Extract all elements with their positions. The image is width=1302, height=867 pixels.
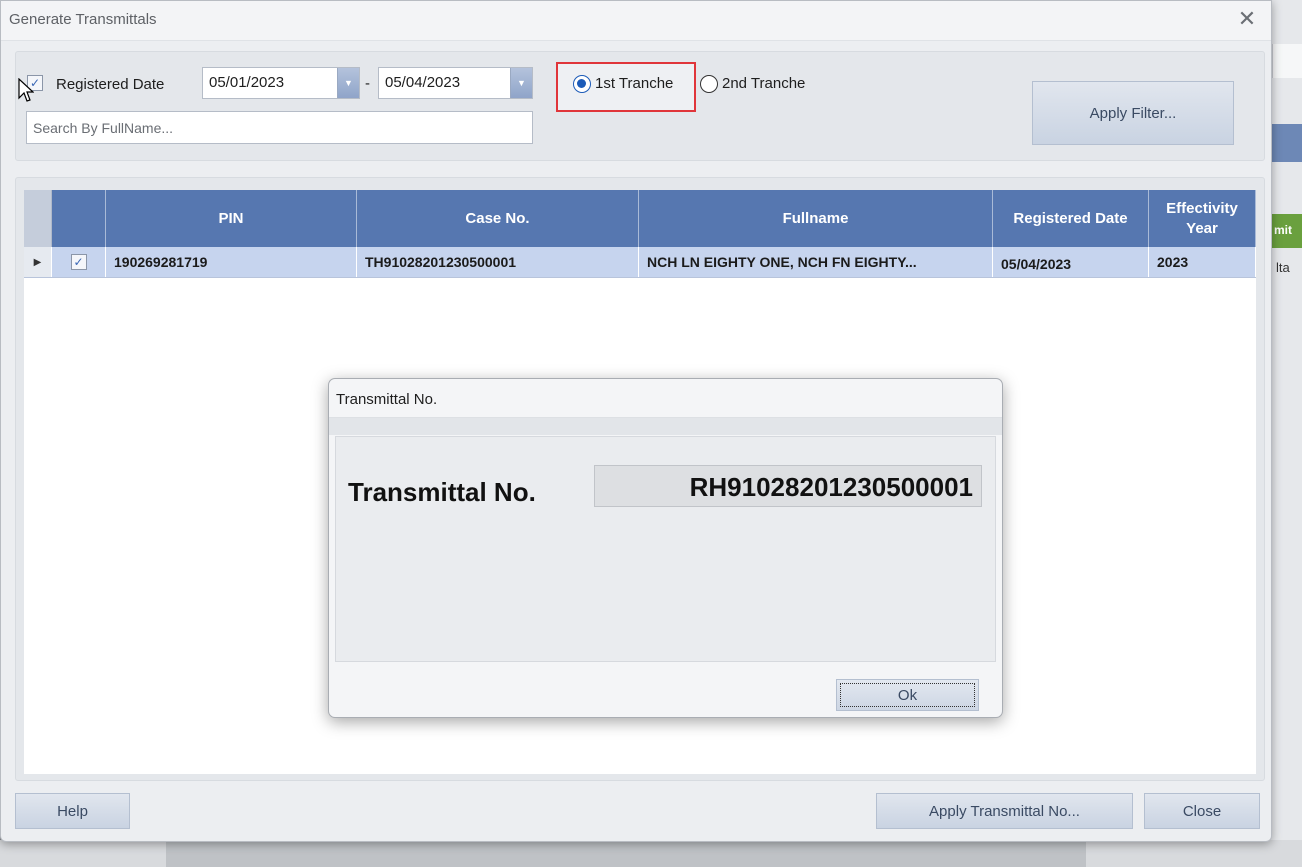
chevron-down-icon[interactable]: ▼ [337, 68, 359, 98]
focus-rect [840, 683, 975, 707]
background-app-header [1272, 124, 1302, 162]
ok-button[interactable]: Ok [836, 679, 979, 711]
transmittal-no-value[interactable]: RH91028201230500001 [594, 465, 982, 507]
column-header-effectivity-year[interactable]: Effectivity Year [1149, 190, 1256, 247]
search-fullname-input[interactable] [26, 111, 533, 144]
cell-pin[interactable]: 190269281719 [106, 247, 357, 277]
date-from-field[interactable]: 05/01/2023 ▼ [202, 67, 360, 99]
date-separator: - [365, 75, 370, 92]
date-to-value: 05/04/2023 [385, 74, 461, 91]
background-app-bottom [0, 840, 1302, 867]
cell-case-no[interactable]: TH91028201230500001 [357, 247, 639, 277]
close-icon[interactable]: ✕ [1235, 7, 1259, 31]
close-button[interactable]: Close [1144, 793, 1260, 829]
select-column-header[interactable] [52, 190, 106, 247]
dialog-divider [329, 417, 1002, 435]
radio-1st-tranche[interactable] [573, 75, 591, 93]
date-to-field[interactable]: 05/04/2023 ▼ [378, 67, 533, 99]
cell-registered-date[interactable]: 05/04/2023 [993, 247, 1149, 277]
filter-panel: ✓ Registered Date 05/01/2023 ▼ - 05/04/2… [15, 51, 1265, 161]
column-header-pin[interactable]: PIN [106, 190, 357, 247]
dialog-body: Transmittal No. RH91028201230500001 [335, 436, 996, 662]
mouse-cursor-icon [18, 78, 34, 102]
date-from-value: 05/01/2023 [209, 74, 285, 91]
cell-fullname[interactable]: NCH LN EIGHTY ONE, NCH FN EIGHTY... [639, 247, 993, 277]
title-bar: Generate Transmittals ✕ [1, 1, 1271, 41]
grid-header: PIN Case No. Fullname Registered Date Ef… [24, 190, 1256, 247]
column-header-case-no[interactable]: Case No. [357, 190, 639, 247]
dialog-title: Transmittal No. [336, 391, 438, 408]
chevron-down-icon[interactable]: ▼ [510, 68, 532, 98]
registered-date-label: Registered Date [56, 76, 165, 93]
table-row[interactable]: ▶ ✓ 190269281719 TH91028201230500001 NCH… [24, 247, 1256, 278]
row-pointer-icon: ▶ [24, 247, 52, 277]
column-header-fullname[interactable]: Fullname [639, 190, 993, 247]
column-header-registered-date[interactable]: Registered Date [993, 190, 1149, 247]
background-app-text: lta [1276, 260, 1290, 275]
transmittal-no-label: Transmittal No. [348, 477, 536, 507]
apply-transmittal-button[interactable]: Apply Transmittal No... [876, 793, 1133, 829]
radio-2nd-tranche[interactable] [700, 75, 718, 93]
apply-filter-button[interactable]: Apply Filter... [1032, 81, 1234, 145]
window-title: Generate Transmittals [9, 11, 157, 28]
cell-effectivity-year[interactable]: 2023 [1149, 247, 1256, 277]
row-select-cell[interactable]: ✓ [52, 247, 106, 277]
radio-2nd-tranche-label[interactable]: 2nd Tranche [722, 75, 805, 92]
row-indicator-header [24, 190, 52, 247]
background-app-button: mit [1272, 214, 1302, 248]
background-app-field [1272, 44, 1302, 78]
row-select-checkbox[interactable]: ✓ [70, 254, 87, 270]
transmittal-no-dialog: Transmittal No. Transmittal No. RH910282… [328, 378, 1003, 718]
help-button[interactable]: Help [15, 793, 130, 829]
radio-1st-tranche-label[interactable]: 1st Tranche [595, 75, 673, 92]
